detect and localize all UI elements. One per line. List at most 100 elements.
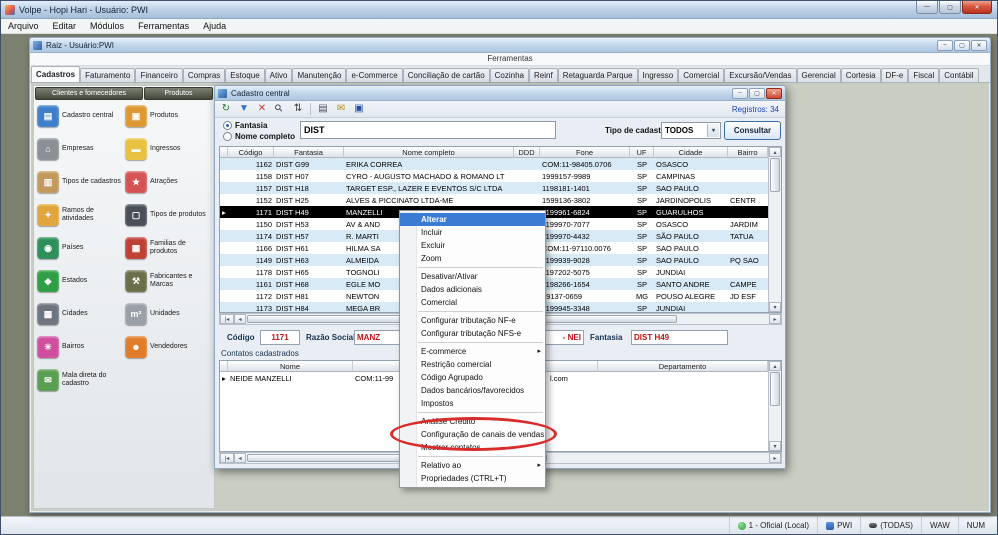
menu-ferramentas[interactable]: Ferramentas [131, 19, 196, 33]
raiz-close-button[interactable] [971, 40, 987, 51]
tab-comercial[interactable]: Comercial [678, 68, 724, 82]
go-first-icon[interactable] [220, 453, 234, 463]
grid-vertical-scrollbar[interactable] [768, 147, 781, 312]
status-num[interactable]: NUM [958, 517, 993, 534]
raiz-minimize-button[interactable] [937, 40, 953, 51]
save-icon[interactable]: ▣ [351, 102, 367, 117]
sidebar-item-cadastro-central[interactable]: ▤Cadastro central [37, 105, 125, 127]
dialog-close-button[interactable] [766, 88, 782, 99]
tab-financeiro[interactable]: Financeiro [135, 68, 182, 82]
tab-fiscal[interactable]: Fiscal [908, 68, 939, 82]
tab-reinf[interactable]: Reinf [529, 68, 558, 82]
context-menu-item-configurar-tributacao-nf-e[interactable]: Configurar tributação NF-e [400, 314, 545, 327]
sidebar-header-produtos[interactable]: Produtos [144, 87, 213, 100]
contatos-header-departamento[interactable]: Departamento [598, 361, 768, 372]
context-menu-item-propriedades-ctrl-t[interactable]: Propriedades (CTRL+T) [400, 472, 545, 485]
sidebar-item-ingressos[interactable]: ▬Ingressos [125, 138, 213, 160]
tab-gerencial[interactable]: Gerencial [797, 68, 841, 82]
sort-az-icon[interactable]: ⇅ [290, 102, 306, 117]
sidebar-item-unidades[interactable]: m²Unidades [125, 303, 213, 325]
sidebar-header-clientes-e-fornecedores[interactable]: Clientes e fornecedores [35, 87, 143, 100]
menu-editar[interactable]: Editar [46, 19, 84, 33]
sidebar-item-atracoes[interactable]: ★Atrações [125, 171, 213, 193]
context-menu-item-incluir[interactable]: Incluir [400, 226, 545, 239]
tab-cortesia[interactable]: Cortesia [841, 68, 881, 82]
sidebar-item-mala-direta-do-cadastro[interactable]: ✉Mala direta do cadastro [37, 369, 125, 391]
context-menu-item-comercial[interactable]: Comercial [400, 296, 545, 309]
grid-header-fone[interactable]: Fone [540, 147, 630, 158]
sidebar-item-empresas[interactable]: ⌂Empresas [37, 138, 125, 160]
scroll-thumb[interactable] [770, 158, 780, 192]
dialog-minimize-button[interactable] [732, 88, 748, 99]
context-menu-item-zoom[interactable]: Zoom [400, 252, 545, 265]
tab-conciliacao-de-cartao[interactable]: Conciliação de cartão [403, 68, 490, 82]
status-todas[interactable]: (TODAS) [860, 517, 921, 534]
scroll-left-icon[interactable] [234, 453, 246, 463]
search-input[interactable] [300, 121, 556, 139]
context-menu-item-restricao-comercial[interactable]: Restrição comercial [400, 358, 545, 371]
zoom-icon[interactable]: ⚲ [272, 102, 288, 117]
dialog-maximize-button[interactable] [749, 88, 765, 99]
status-1-oficial-local[interactable]: 1 - Oficial (Local) [729, 517, 817, 534]
grid-header-uf[interactable]: UF [630, 147, 654, 158]
contatos-vertical-scrollbar[interactable] [768, 361, 781, 451]
grid-header-ddd[interactable]: DDD [514, 147, 540, 158]
tab-df-e[interactable]: DF-e [881, 68, 909, 82]
context-menu-item-configuracao-de-canais-de-vendas[interactable]: Configuração de canais de vendas [400, 428, 545, 441]
contatos-header-nome[interactable]: Nome [228, 361, 353, 372]
tab-ingresso[interactable]: Ingresso [638, 68, 679, 82]
context-menu-item-configurar-tributacao-nfs-e[interactable]: Configurar tributação NFS-e [400, 327, 545, 340]
radio-fantasia[interactable]: Fantasia [223, 121, 267, 130]
tab-faturamento[interactable]: Faturamento [80, 68, 135, 82]
sidebar-item-tipos-de-cadastros[interactable]: ▥Tipos de cadastros [37, 171, 125, 193]
scroll-up-icon[interactable] [769, 361, 781, 371]
tab-compras[interactable]: Compras [183, 68, 225, 82]
table-row-1158[interactable]: 1158DIST H07CYRO - AUGUSTO MACHADO & ROM… [220, 170, 768, 182]
grid-header-fantasia[interactable]: Fantasia [274, 147, 344, 158]
scroll-left-icon[interactable] [234, 314, 246, 324]
go-first-icon[interactable] [220, 314, 234, 324]
consultar-button[interactable]: Consultar [724, 121, 781, 140]
minimize-button[interactable] [916, 1, 938, 14]
table-row-1152[interactable]: 1152DIST H25ALVES & PICCINATO LTDA-ME159… [220, 194, 768, 206]
sidebar-item-ramos-de-atividades[interactable]: ✦Ramos de atividades [37, 204, 125, 226]
tab-retaguarda-parque[interactable]: Retaguarda Parque [558, 68, 638, 82]
registros-count[interactable]: Registros: 34 [732, 105, 782, 114]
menu-modulos[interactable]: Módulos [83, 19, 131, 33]
tipo-cadastro-select[interactable]: TODOS [661, 122, 721, 139]
tab-excursao-vendas[interactable]: Excursão/Vendas [724, 68, 796, 82]
sidebar-item-tipos-de-produtos[interactable]: ▢Tipos de produtos [125, 204, 213, 226]
export-icon[interactable]: ✉ [333, 102, 349, 117]
maximize-button[interactable] [939, 1, 961, 14]
menu-arquivo[interactable]: Arquivo [1, 19, 46, 33]
close-button[interactable] [962, 1, 992, 14]
sidebar-item-produtos[interactable]: ▣Produtos [125, 105, 213, 127]
context-menu-item-mostrar-contatos[interactable]: Mostrar contatos [400, 441, 545, 454]
grid-header-nome-completo[interactable]: Nome completo [344, 147, 514, 158]
sidebar-item-bairros[interactable]: ✳Bairros [37, 336, 125, 358]
context-menu-item-desativar-ativar[interactable]: Desativar/Ativar [400, 270, 545, 283]
menu-ajuda[interactable]: Ajuda [196, 19, 233, 33]
grid-header-bairro[interactable]: Bairro [728, 147, 768, 158]
context-menu-item-dados-bancarios-favorecidos[interactable]: Dados bancários/favorecidos [400, 384, 545, 397]
tab-e-commerce[interactable]: e-Commerce [346, 68, 402, 82]
tab-cozinha[interactable]: Cozinha [490, 68, 529, 82]
grid-header-codigo[interactable]: Código [228, 147, 274, 158]
print-icon[interactable]: ▤ [315, 102, 331, 117]
tab-contabil[interactable]: Contábil [939, 68, 978, 82]
sidebar-item-cidades[interactable]: ▦Cidades [37, 303, 125, 325]
context-menu-item-alterar[interactable]: Alterar [400, 213, 545, 226]
scroll-thumb[interactable] [770, 372, 780, 406]
raiz-maximize-button[interactable] [954, 40, 970, 51]
sidebar-item-vendedores[interactable]: ☻Vendedores [125, 336, 213, 358]
tab-estoque[interactable]: Estoque [225, 68, 264, 82]
radio-nome-completo[interactable]: Nome completo [223, 132, 295, 141]
status-waw[interactable]: WAW [921, 517, 958, 534]
context-menu-item-relativo-ao[interactable]: Relativo ao▸ [400, 459, 545, 472]
scroll-down-icon[interactable] [769, 441, 781, 451]
sidebar-item-estados[interactable]: ◆Estados [37, 270, 125, 292]
clear-filter-icon[interactable]: ✕ [254, 102, 270, 117]
context-menu-item-e-commerce[interactable]: E-commerce▸ [400, 345, 545, 358]
grid-header-cidade[interactable]: Cidade [654, 147, 728, 158]
tab-cadastros[interactable]: Cadastros [31, 66, 80, 82]
